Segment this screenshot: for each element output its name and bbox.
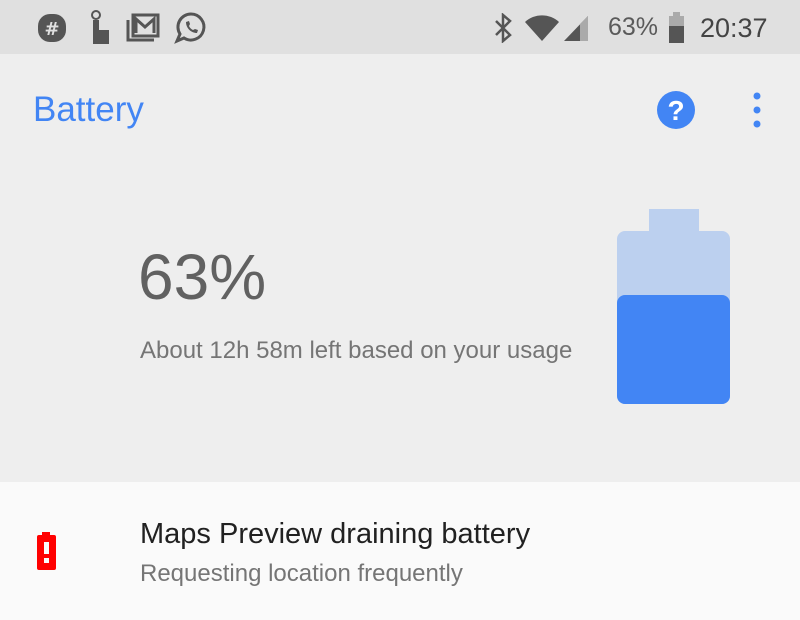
- status-battery-icon: [669, 12, 684, 43]
- status-bar: # 63% 20:37: [0, 0, 800, 54]
- tip-title: Maps Preview draining battery: [140, 518, 531, 550]
- svg-text:?: ?: [667, 95, 684, 126]
- battery-tip[interactable]: [0, 482, 800, 620]
- battery-estimate: About 12h 58m left based on your usage: [140, 337, 573, 364]
- battery-percent: 63%: [138, 241, 267, 313]
- bluetooth-icon: [495, 13, 512, 43]
- gmail-icon: [126, 13, 160, 42]
- battery-level-graphic: [617, 209, 730, 404]
- wifi-icon: [525, 15, 559, 41]
- more-vert-icon[interactable]: [747, 90, 767, 130]
- status-battery-percent: 63%: [608, 13, 659, 41]
- whatsapp-icon: [174, 12, 206, 44]
- status-time: 20:37: [700, 13, 768, 43]
- tip-subtitle: Requesting location frequently: [140, 560, 463, 587]
- slack-icon: #: [38, 14, 66, 42]
- battery-cap: [649, 209, 699, 233]
- touch-icon: [91, 10, 109, 44]
- battery-alert-icon: [37, 532, 56, 570]
- battery-fill: [617, 295, 730, 404]
- help-icon[interactable]: ?: [656, 90, 696, 130]
- svg-text:#: #: [44, 19, 59, 40]
- page-title: Battery: [33, 90, 144, 129]
- cell-signal-icon: [564, 16, 588, 41]
